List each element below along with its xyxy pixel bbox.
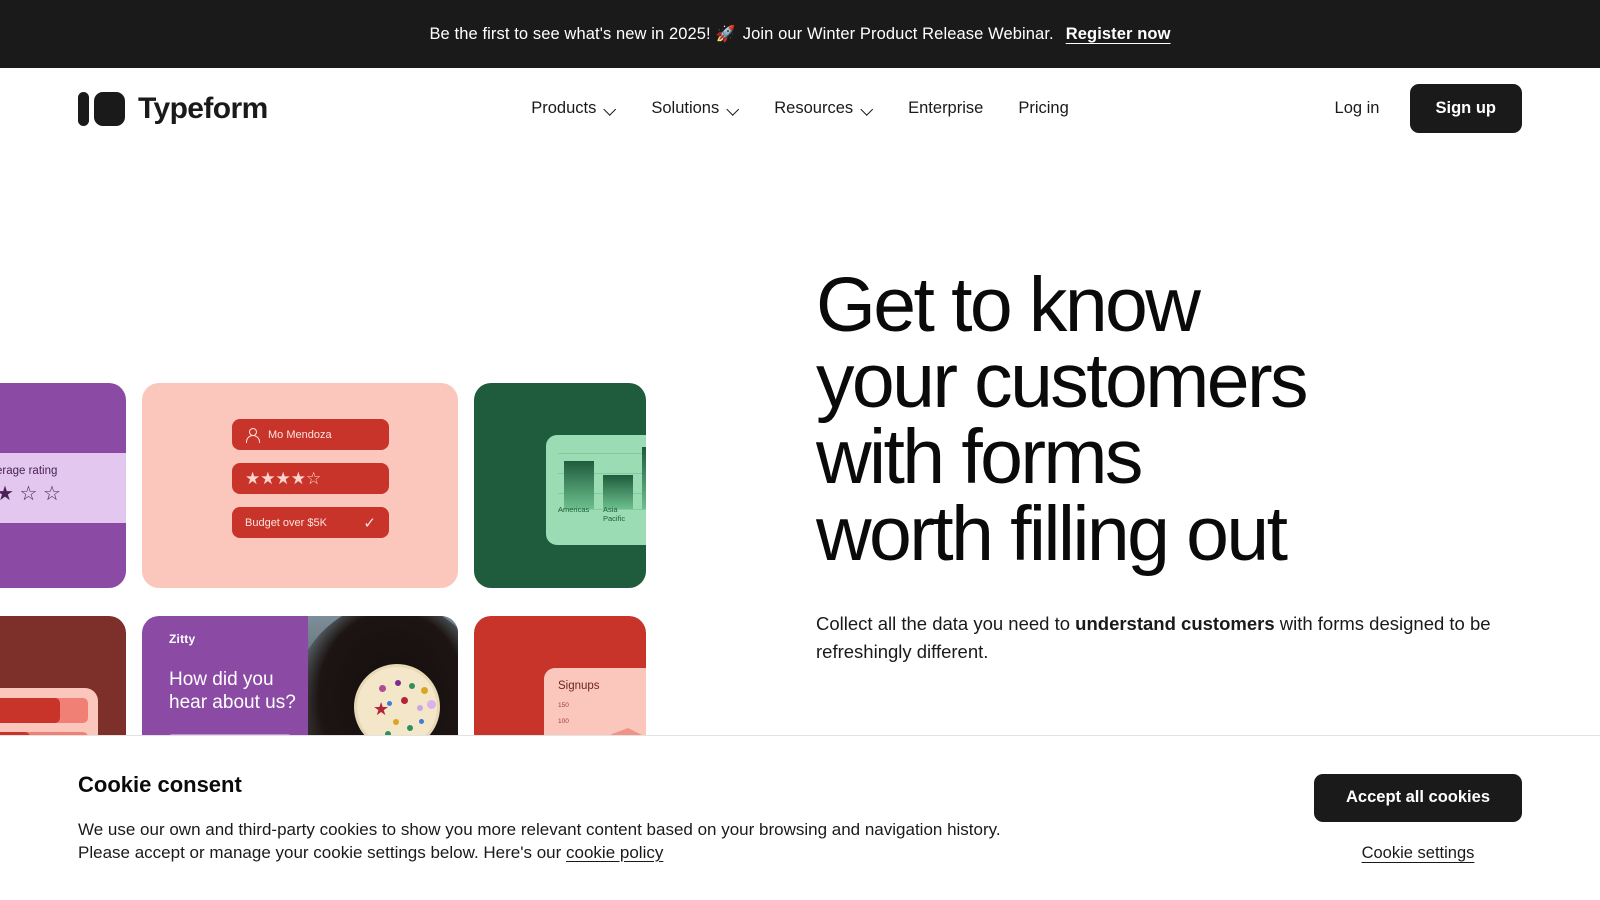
chevron-down-icon bbox=[728, 105, 739, 112]
headline-line-3: with forms bbox=[816, 414, 1143, 501]
nav-links: Products Solutions Resources Enterprise … bbox=[531, 99, 1069, 118]
check-icon: ✓ bbox=[363, 514, 376, 532]
contact-name-pill: Mo Mendoza bbox=[232, 419, 389, 450]
nav-label-solutions: Solutions bbox=[651, 99, 720, 117]
cookie-consent-title: Cookie consent bbox=[78, 771, 242, 797]
subcopy-bold: understand customers bbox=[1075, 612, 1275, 634]
accept-all-cookies-button[interactable]: Accept all cookies bbox=[1314, 773, 1522, 822]
headline-line-4: worth filling out bbox=[816, 490, 1288, 577]
signup-button[interactable]: Sign up bbox=[1409, 84, 1522, 133]
page-title: Get to know your customers with forms wo… bbox=[816, 267, 1600, 573]
typeform-logo[interactable]: Typeform bbox=[78, 91, 268, 126]
chevron-down-icon bbox=[605, 105, 616, 112]
contact-budget-pill: Budget over $5K ✓ bbox=[232, 507, 389, 538]
cookie-policy-link[interactable]: cookie policy bbox=[566, 843, 663, 862]
cookie-settings-button[interactable]: Cookie settings bbox=[1362, 844, 1475, 863]
brand-name: Typeform bbox=[138, 91, 268, 125]
nav-label-pricing: Pricing bbox=[1018, 99, 1069, 117]
chevron-down-icon bbox=[862, 105, 873, 112]
cookie-consent-banner: Cookie consent We use our own and third-… bbox=[0, 735, 1600, 900]
barchart-panel: Americas Asia Pacific Eur bbox=[546, 435, 646, 545]
collage-card-contact: Mo Mendoza ★★★★☆ Budget over $5K ✓ bbox=[142, 383, 458, 588]
signups-axis-tick: 150 bbox=[558, 702, 569, 709]
bar-label-americas: Americas bbox=[558, 505, 590, 514]
average-rating-label: erage rating bbox=[0, 465, 58, 477]
quiz-question: How did you hear about us? bbox=[169, 669, 296, 714]
contact-budget: Budget over $5K bbox=[245, 516, 327, 529]
quiz-brand: Zitty bbox=[169, 632, 196, 646]
person-icon bbox=[245, 427, 260, 443]
nav-item-enterprise[interactable]: Enterprise bbox=[908, 99, 983, 118]
signups-axis-tick: 100 bbox=[558, 718, 569, 725]
average-rating-popover: erage rating ★ ☆ ☆ bbox=[0, 453, 126, 523]
nav-label-resources: Resources bbox=[774, 99, 854, 117]
bar-label-asia-pacific: Asia Pacific bbox=[603, 505, 626, 523]
login-link[interactable]: Log in bbox=[1335, 99, 1380, 118]
collage-card-barchart: Americas Asia Pacific Eur bbox=[474, 383, 646, 588]
hero-section: erage rating ★ ☆ ☆ Mo Mendoza ★★★★☆ Budg… bbox=[0, 149, 1600, 900]
nav-label-products: Products bbox=[531, 99, 597, 117]
rating-stars-icon: ★ ☆ ☆ bbox=[0, 483, 61, 505]
nav-label-enterprise: Enterprise bbox=[908, 99, 984, 117]
register-now-link[interactable]: Register now bbox=[1066, 25, 1171, 44]
contact-name: Mo Mendoza bbox=[268, 428, 332, 441]
collage-card-rating: erage rating ★ ☆ ☆ bbox=[0, 383, 126, 588]
announcement-banner: Be the first to see what's new in 2025! … bbox=[0, 0, 1600, 68]
progress-bar-row bbox=[0, 698, 88, 723]
subcopy-pre: Collect all the data you need to bbox=[816, 612, 1076, 634]
nav-item-products[interactable]: Products bbox=[531, 99, 616, 118]
announcement-text: Be the first to see what's new in 2025! bbox=[429, 24, 711, 43]
rocket-icon: 🚀 bbox=[715, 26, 736, 43]
main-navigation: Typeform Products Solutions Resources En… bbox=[0, 68, 1600, 149]
nav-item-pricing[interactable]: Pricing bbox=[1018, 99, 1068, 118]
signups-title: Signups bbox=[558, 680, 600, 692]
announcement-text-2: Join our Winter Product Release Webinar. bbox=[742, 24, 1054, 43]
headline-line-2: your customers bbox=[816, 338, 1309, 425]
typeform-logomark-icon bbox=[78, 91, 125, 126]
nav-actions: Log in Sign up bbox=[1335, 84, 1522, 133]
barchart-plot: Americas Asia Pacific Eur bbox=[558, 445, 646, 523]
nav-item-resources[interactable]: Resources bbox=[774, 99, 873, 118]
headline-line-1: Get to know bbox=[816, 262, 1201, 348]
nav-item-solutions[interactable]: Solutions bbox=[651, 99, 739, 118]
hero-subcopy: Collect all the data you need to underst… bbox=[816, 610, 1506, 666]
cookie-body-text: We use our own and third-party cookies t… bbox=[78, 819, 1001, 862]
contact-rating-pill: ★★★★☆ bbox=[232, 463, 389, 494]
cookie-consent-body: We use our own and third-party cookies t… bbox=[78, 818, 1038, 865]
